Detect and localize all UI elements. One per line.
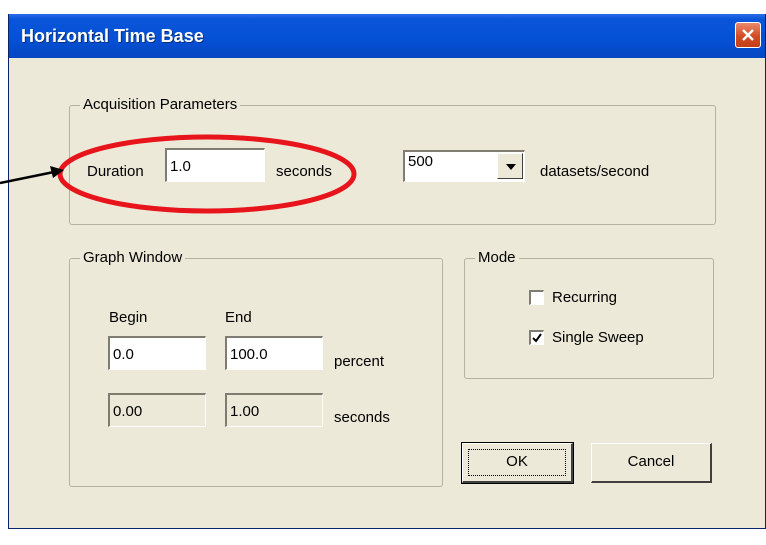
highlight-ellipse bbox=[57, 134, 357, 214]
annotation-overlay bbox=[0, 134, 357, 214]
pointer-arrow-line bbox=[0, 170, 55, 185]
